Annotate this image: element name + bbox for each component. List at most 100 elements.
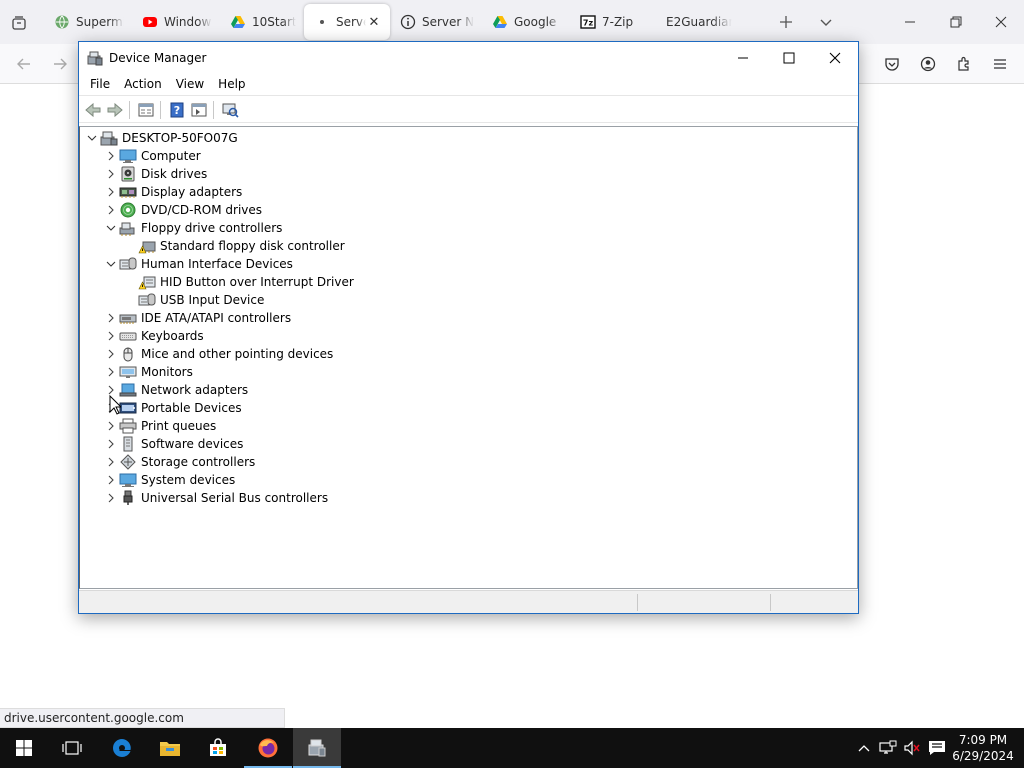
close-button[interactable] (812, 42, 858, 73)
show-hidden-icons-icon[interactable] (854, 738, 874, 758)
back-icon[interactable] (12, 52, 36, 76)
menu-view[interactable]: View (169, 73, 211, 95)
forward-arrow-icon[interactable] (104, 100, 126, 120)
tab-close-icon[interactable]: ✕ (366, 15, 382, 30)
tree-item-label: Keyboards (141, 329, 204, 343)
new-tab-button[interactable] (774, 10, 798, 34)
network-adapter-icon (119, 382, 137, 398)
printer-icon (119, 418, 137, 434)
expand-chevron-icon[interactable] (103, 183, 119, 201)
expand-chevron-icon[interactable] (103, 327, 119, 345)
task-view-button[interactable] (48, 728, 96, 768)
extensions-icon[interactable] (952, 52, 976, 76)
tree-category[interactable]: Storage controllers (103, 453, 255, 471)
tab-title: Serve (336, 15, 366, 29)
maximize-button[interactable] (766, 42, 812, 73)
forward-icon[interactable] (48, 52, 72, 76)
menu-file[interactable]: File (83, 73, 117, 95)
tree-item-label: Standard floppy disk controller (160, 239, 345, 253)
expand-chevron-icon[interactable] (103, 435, 119, 453)
svg-text:7z: 7z (583, 19, 594, 28)
expand-chevron-icon[interactable] (103, 165, 119, 183)
browser-tab[interactable]: 7z 7-Zip (570, 4, 656, 40)
browser-tab[interactable]: Window (132, 4, 220, 40)
collapse-chevron-icon[interactable] (103, 255, 119, 273)
network-icon[interactable] (878, 738, 898, 758)
taskbar-file-explorer[interactable] (146, 728, 194, 768)
menu-action[interactable]: Action (117, 73, 169, 95)
expand-chevron-icon[interactable] (103, 453, 119, 471)
browser-tab[interactable]: 10StartP (220, 4, 304, 40)
start-button[interactable] (0, 728, 48, 768)
tree-category[interactable]: Floppy drive controllers (103, 219, 282, 237)
usb-icon (119, 490, 137, 506)
account-icon[interactable] (916, 52, 940, 76)
properties-sheet-icon[interactable] (135, 100, 157, 120)
browser-tab[interactable]: E2Guardian (656, 4, 740, 40)
menu-icon[interactable] (988, 52, 1012, 76)
expand-chevron-icon[interactable] (103, 345, 119, 363)
tree-category[interactable]: Network adapters (103, 381, 248, 399)
tab-title: Supermi (76, 15, 124, 29)
browser-restore-button[interactable] (944, 10, 968, 34)
display-adapter-icon (119, 184, 137, 200)
expand-chevron-icon[interactable] (103, 201, 119, 219)
browser-tab[interactable]: Supermi (44, 4, 132, 40)
device-tree[interactable]: DESKTOP-50FO07G Computer Disk drives Displa… (79, 126, 858, 589)
taskbar-edge[interactable] (98, 728, 146, 768)
tree-category[interactable]: Software devices (103, 435, 243, 453)
tree-category[interactable]: Human Interface Devices (103, 255, 293, 273)
tree-category[interactable]: Portable Devices (103, 399, 242, 417)
expand-chevron-icon[interactable] (103, 417, 119, 435)
expand-chevron-icon[interactable] (103, 309, 119, 327)
clock-time: 7:09 PM (958, 733, 1008, 747)
pocket-icon[interactable] (880, 52, 904, 76)
scan-hardware-icon[interactable] (219, 100, 241, 120)
taskbar-device-manager[interactable] (293, 728, 341, 768)
tree-category[interactable]: System devices (103, 471, 235, 489)
menu-help[interactable]: Help (211, 73, 252, 95)
tree-category[interactable]: Display adapters (103, 183, 242, 201)
minimize-button[interactable] (720, 42, 766, 73)
tree-category[interactable]: Keyboards (103, 327, 204, 345)
window-title-bar[interactable]: Device Manager (79, 42, 858, 73)
tree-root[interactable]: DESKTOP-50FO07G (84, 129, 238, 147)
browser-close-button[interactable] (989, 10, 1013, 34)
browser-tabs: Supermi Window 10StartP Serve✕ Server N Googl… (44, 4, 740, 40)
browser-minimize-button[interactable] (898, 10, 922, 34)
expand-chevron-icon[interactable] (103, 363, 119, 381)
collapse-chevron-icon[interactable] (84, 129, 100, 147)
tree-device[interactable]: Standard floppy disk controller (122, 237, 345, 255)
view-console-icon[interactable] (188, 100, 210, 120)
tab-overview-icon[interactable] (8, 12, 30, 34)
tree-category[interactable]: Monitors (103, 363, 193, 381)
tree-category[interactable]: Universal Serial Bus controllers (103, 489, 328, 507)
tree-category[interactable]: Disk drives (103, 165, 207, 183)
tab-list-button[interactable] (814, 10, 838, 34)
help-icon[interactable]: ? (166, 100, 188, 120)
task-view-icon (62, 741, 82, 755)
browser-tab[interactable]: Serve✕ (304, 4, 390, 40)
window-title: Device Manager (109, 51, 207, 65)
tree-category[interactable]: IDE ATA/ATAPI controllers (103, 309, 291, 327)
tree-device[interactable]: HID Button over Interrupt Driver (122, 273, 354, 291)
expand-chevron-icon[interactable] (103, 471, 119, 489)
back-arrow-icon[interactable] (82, 100, 104, 120)
taskbar-clock[interactable]: 7:09 PM 6/29/2024 (952, 732, 1014, 764)
collapse-chevron-icon[interactable] (103, 219, 119, 237)
taskbar-firefox[interactable] (244, 728, 292, 768)
tree-category[interactable]: Print queues (103, 417, 216, 435)
tree-device[interactable]: USB Input Device (122, 291, 264, 309)
browser-tab[interactable]: Server N (390, 4, 482, 40)
notification-center-icon[interactable] (927, 738, 947, 758)
tree-category[interactable]: Mice and other pointing devices (103, 345, 333, 363)
volume-muted-icon[interactable] (902, 738, 922, 758)
taskbar-store[interactable] (194, 728, 242, 768)
tree-category[interactable]: Computer (103, 147, 201, 165)
tree-category[interactable]: DVD/CD-ROM drives (103, 201, 262, 219)
expand-chevron-icon[interactable] (103, 147, 119, 165)
browser-tab[interactable]: Google (482, 4, 570, 40)
expand-chevron-icon[interactable] (103, 489, 119, 507)
status-bar (79, 590, 858, 613)
